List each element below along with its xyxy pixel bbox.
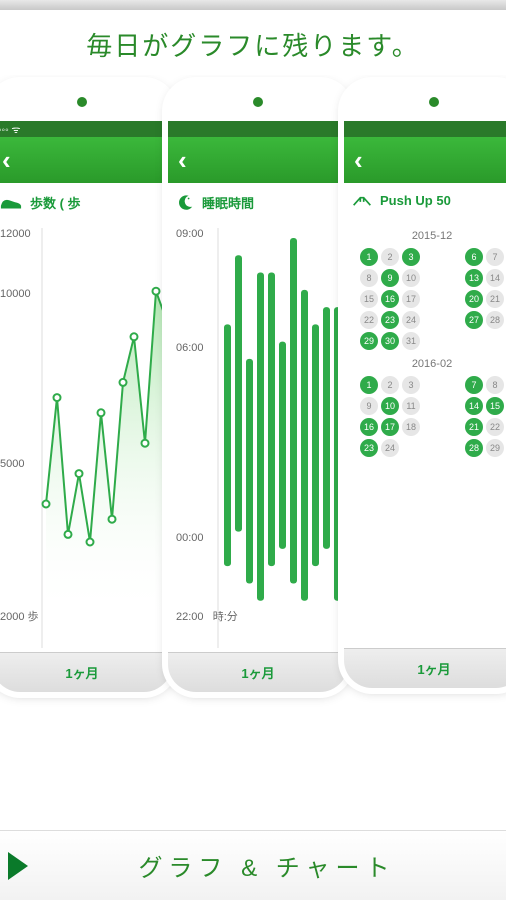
phone-bezel <box>0 83 172 121</box>
camera-dot <box>253 97 263 107</box>
calendar-day[interactable]: 8 <box>486 376 504 394</box>
phone-steps: ◦◦◦ ᯤ ‹ 歩数 ( 歩 12000 10000 5000 2000 歩 1… <box>0 83 172 692</box>
calendar-month-label: 2016-02 <box>346 358 506 370</box>
sleep-chart: 09:00 06:00 00:00 22:00 時:分 <box>168 222 348 652</box>
period-tab[interactable]: 1ヶ月 <box>168 652 348 692</box>
chart-title: Push Up 50 <box>380 193 451 208</box>
phone-bezel <box>344 83 506 121</box>
calendar-day[interactable]: 22 <box>486 418 504 436</box>
chart-header: 睡眠時間 <box>168 183 348 222</box>
calendar-day[interactable]: 3 <box>402 248 420 266</box>
calendar-day[interactable]: 1 <box>360 376 378 394</box>
nav-bar: ‹ › <box>344 137 506 183</box>
chart-title: 睡眠時間 <box>202 193 254 212</box>
calendar-day[interactable]: 17 <box>381 418 399 436</box>
calendar-day[interactable]: 10 <box>402 269 420 287</box>
calendar-area: 2015-12123678910131415161720212223242728… <box>344 218 506 648</box>
bar-svg <box>174 228 344 648</box>
camera-dot <box>77 97 87 107</box>
calendar-day[interactable]: 3 <box>402 376 420 394</box>
calendar-day[interactable]: 22 <box>360 311 378 329</box>
calendar-day[interactable]: 31 <box>402 332 420 350</box>
calendar-day[interactable]: 9 <box>360 397 378 415</box>
nav-bar: ‹ <box>168 137 348 183</box>
calendar-day[interactable]: 21 <box>486 290 504 308</box>
calendar-day[interactable]: 29 <box>486 439 504 457</box>
calendar-day[interactable]: 2 <box>381 376 399 394</box>
footer-text: グラフ & チャート <box>28 848 506 883</box>
calendar-day[interactable]: 21 <box>465 418 483 436</box>
calendar-day[interactable]: 23 <box>381 311 399 329</box>
phone-sleep: ‹ 睡眠時間 09:00 06:00 00:00 22:00 時:分 1ヶ月 <box>168 83 348 692</box>
moon-icon <box>176 194 194 212</box>
phone-pushup: ‹ › Push Up 50 2015-12123678910131415161… <box>344 83 506 688</box>
phones-row: ◦◦◦ ᯤ ‹ 歩数 ( 歩 12000 10000 5000 2000 歩 1… <box>0 75 506 835</box>
calendar-day[interactable]: 7 <box>486 248 504 266</box>
calendar-day[interactable]: 16 <box>360 418 378 436</box>
calendar-day[interactable]: 28 <box>465 439 483 457</box>
calendar-grid: 123678910131415161720212223242728293031 <box>346 248 506 350</box>
calendar-day[interactable]: 24 <box>402 311 420 329</box>
calendar-day[interactable]: 8 <box>360 269 378 287</box>
shoe-icon <box>0 196 22 210</box>
wifi-icon: ◦◦◦ ᯤ <box>0 122 21 136</box>
steps-chart: 12000 10000 5000 2000 歩 <box>0 222 172 652</box>
calendar-day[interactable]: 27 <box>465 311 483 329</box>
calendar-day[interactable]: 23 <box>360 439 378 457</box>
chart-title: 歩数 ( 歩 <box>30 193 81 212</box>
nav-bar: ‹ <box>0 137 172 183</box>
calendar-grid: 12378910111415161718212223242829 <box>346 376 506 457</box>
calendar-day[interactable]: 13 <box>465 269 483 287</box>
play-triangle-icon <box>8 852 28 880</box>
calendar-day[interactable]: 17 <box>402 290 420 308</box>
calendar-day[interactable]: 29 <box>360 332 378 350</box>
line-svg <box>0 228 168 648</box>
calendar-day[interactable]: 9 <box>381 269 399 287</box>
calendar-day[interactable]: 10 <box>381 397 399 415</box>
calendar-day[interactable]: 20 <box>465 290 483 308</box>
top-gradient-bar <box>0 0 506 10</box>
calendar-day[interactable]: 18 <box>402 418 420 436</box>
chart-header: 歩数 ( 歩 <box>0 183 172 222</box>
calendar-day[interactable]: 1 <box>360 248 378 266</box>
status-bar <box>344 121 506 137</box>
calendar-day[interactable]: 15 <box>360 290 378 308</box>
calendar-day[interactable]: 14 <box>486 269 504 287</box>
period-tab[interactable]: 1ヶ月 <box>0 652 172 692</box>
headline: 毎日がグラフに残ります。 <box>0 10 506 75</box>
calendar-day[interactable]: 6 <box>465 248 483 266</box>
chart-header: Push Up 50 <box>344 183 506 218</box>
calendar-day[interactable]: 24 <box>381 439 399 457</box>
status-bar: ◦◦◦ ᯤ <box>0 121 172 137</box>
back-button[interactable]: ‹ <box>2 145 11 176</box>
calendar-month-label: 2015-12 <box>346 230 506 242</box>
phone-bezel <box>168 83 348 121</box>
pushup-icon <box>352 194 372 208</box>
status-bar <box>168 121 348 137</box>
calendar-day[interactable]: 30 <box>381 332 399 350</box>
calendar-day[interactable]: 28 <box>486 311 504 329</box>
back-button[interactable]: ‹ <box>178 145 187 176</box>
calendar-day[interactable]: 2 <box>381 248 399 266</box>
camera-dot <box>429 97 439 107</box>
footer: グラフ & チャート <box>0 830 506 900</box>
calendar-day[interactable]: 15 <box>486 397 504 415</box>
calendar-day[interactable]: 16 <box>381 290 399 308</box>
period-tab[interactable]: 1ヶ月 <box>344 648 506 688</box>
back-button[interactable]: ‹ <box>354 145 363 176</box>
calendar-day[interactable]: 14 <box>465 397 483 415</box>
calendar-day[interactable]: 7 <box>465 376 483 394</box>
calendar-day[interactable]: 11 <box>402 397 420 415</box>
